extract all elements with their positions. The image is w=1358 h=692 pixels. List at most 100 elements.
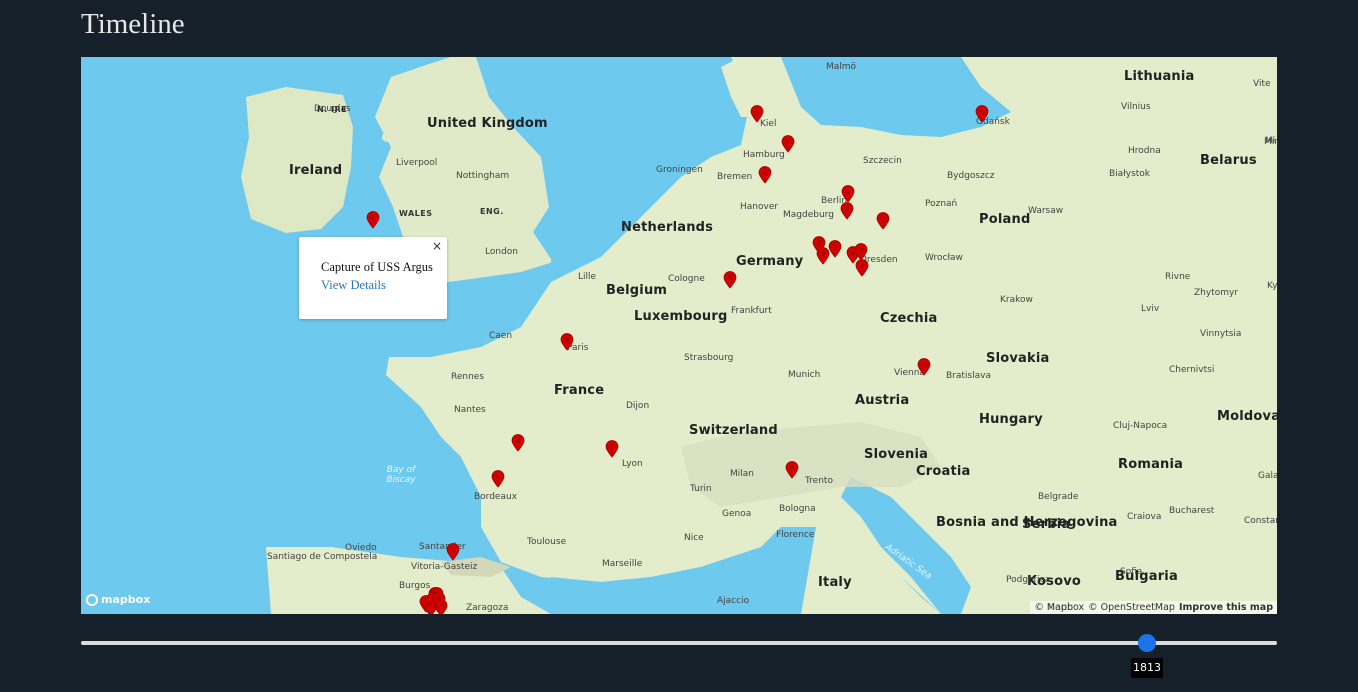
- city-label: Zhytomyr: [1194, 288, 1239, 298]
- city-label: Lille: [578, 272, 597, 282]
- sea-label: Bay of Biscay: [386, 465, 416, 485]
- event-marker-icon[interactable]: [975, 105, 989, 123]
- city-label: Dijon: [626, 401, 650, 411]
- city-label: Wrocław: [925, 253, 963, 263]
- event-marker-icon[interactable]: [432, 592, 446, 610]
- city-label: Constanța: [1244, 516, 1277, 526]
- event-marker-icon[interactable]: [785, 461, 799, 479]
- timeline-slider-value: 1813: [1131, 658, 1163, 678]
- timeline-slider-track[interactable]: [81, 641, 1277, 645]
- city-label: Bydgoszcz: [947, 171, 995, 181]
- event-marker-icon[interactable]: [491, 470, 505, 488]
- country-label: Slovakia: [986, 351, 1050, 366]
- event-marker-icon[interactable]: [828, 240, 842, 258]
- city-label: Cluj-Napoca: [1113, 421, 1168, 431]
- country-label: Belgium: [606, 283, 668, 298]
- city-label: Toulouse: [527, 537, 567, 547]
- event-marker-icon[interactable]: [841, 185, 855, 203]
- city-label: Warsaw: [1028, 206, 1064, 216]
- city-label: Chernivtsi: [1169, 365, 1215, 375]
- mapbox-logo-icon: [86, 593, 98, 606]
- city-label: Vinnytsia: [1200, 329, 1242, 339]
- view-details-link[interactable]: View Details: [321, 278, 386, 293]
- event-marker-icon[interactable]: [366, 211, 380, 229]
- country-label: Austria: [855, 393, 910, 408]
- country-label: Italy: [818, 575, 852, 590]
- city-label: Hamburg: [743, 150, 785, 160]
- city-label: Białystok: [1109, 169, 1151, 179]
- city-label: Santiago de Compostela: [267, 552, 378, 562]
- city-label: Florence: [776, 530, 815, 540]
- country-label: Serbia: [1022, 517, 1071, 532]
- event-marker-icon[interactable]: [855, 259, 869, 277]
- attribution-mapbox-link[interactable]: © Mapbox: [1034, 602, 1084, 613]
- event-marker-icon[interactable]: [781, 135, 795, 153]
- city-label: Bucharest: [1169, 506, 1215, 516]
- city-label: Vilnius: [1121, 102, 1151, 112]
- city-label: Trento: [805, 476, 833, 486]
- timeline-slider-thumb[interactable]: [1138, 634, 1156, 652]
- region-label: ENG.: [480, 207, 504, 216]
- attribution-osm-link[interactable]: © OpenStreetMap: [1088, 602, 1175, 613]
- country-label: Switzerland: [689, 423, 778, 438]
- city-label: Milan: [730, 469, 754, 479]
- event-marker-icon[interactable]: [560, 333, 574, 351]
- city-label: Vitoria-Gasteiz: [411, 562, 478, 572]
- city-label: Turin: [690, 484, 712, 494]
- improve-map-link[interactable]: Improve this map: [1179, 602, 1273, 613]
- mapbox-logo[interactable]: mapbox: [86, 593, 150, 606]
- city-label: Marseille: [602, 559, 643, 569]
- city-label: Nice: [684, 533, 704, 543]
- map-popup: × Capture of USS Argus View Details: [299, 237, 447, 319]
- city-label: Munich: [788, 370, 821, 380]
- event-marker-icon[interactable]: [840, 202, 854, 220]
- city-label: Strasbourg: [684, 353, 734, 363]
- event-marker-icon[interactable]: [723, 271, 737, 289]
- city-label: Krakow: [1000, 295, 1033, 305]
- city-label: Hanover: [740, 202, 779, 212]
- event-marker-icon[interactable]: [758, 166, 772, 184]
- event-marker-icon[interactable]: [446, 543, 460, 561]
- city-label: Burgos: [399, 581, 431, 591]
- country-label: Czechia: [880, 311, 938, 326]
- city-label: Lviv: [1141, 304, 1160, 314]
- country-label: Moldova: [1217, 409, 1277, 424]
- event-marker-icon[interactable]: [876, 212, 890, 230]
- map-attribution: © Mapbox © OpenStreetMap Improve this ma…: [1030, 601, 1277, 614]
- city-label: Galați: [1258, 471, 1277, 481]
- city-label: Genoa: [722, 509, 752, 519]
- city-label: Ky: [1267, 281, 1277, 291]
- city-label: Vite: [1253, 79, 1271, 89]
- city-label: Rennes: [451, 372, 485, 382]
- city-label: Mi: [1265, 136, 1276, 146]
- popup-close-button[interactable]: ×: [432, 239, 442, 253]
- city-label: Nottingham: [456, 171, 510, 181]
- event-marker-icon[interactable]: [917, 358, 931, 376]
- city-label: Ajaccio: [717, 596, 750, 606]
- country-label: United Kingdom: [427, 116, 548, 131]
- popup-title: Capture of USS Argus: [321, 260, 433, 274]
- country-label: Luxembourg: [634, 309, 728, 324]
- page-title: Timeline: [81, 8, 185, 40]
- city-label: Szczecin: [863, 156, 902, 166]
- country-label: Romania: [1118, 457, 1184, 472]
- mapbox-logo-text: mapbox: [101, 593, 151, 606]
- country-label: Croatia: [916, 464, 971, 479]
- city-label: Zaragoza: [466, 603, 509, 613]
- city-label: Frankfurt: [731, 306, 772, 316]
- event-marker-icon[interactable]: [750, 105, 764, 123]
- country-label: Ireland: [289, 163, 343, 178]
- country-label: Slovenia: [864, 447, 929, 462]
- country-label: France: [554, 383, 605, 398]
- city-label: Caen: [489, 331, 513, 341]
- country-label: Belarus: [1200, 153, 1257, 168]
- country-label: Netherlands: [621, 220, 714, 235]
- city-label: Oviedo: [345, 543, 377, 553]
- event-marker-icon[interactable]: [511, 434, 525, 452]
- city-label: Groningen: [656, 165, 703, 175]
- city-label: Bremen: [717, 172, 753, 182]
- city-label: Hrodna: [1128, 146, 1161, 156]
- map-view[interactable]: Lithuania Ireland United Kingdom Belarus Net…: [81, 57, 1277, 614]
- city-label: Poznań: [925, 199, 958, 209]
- event-marker-icon[interactable]: [605, 440, 619, 458]
